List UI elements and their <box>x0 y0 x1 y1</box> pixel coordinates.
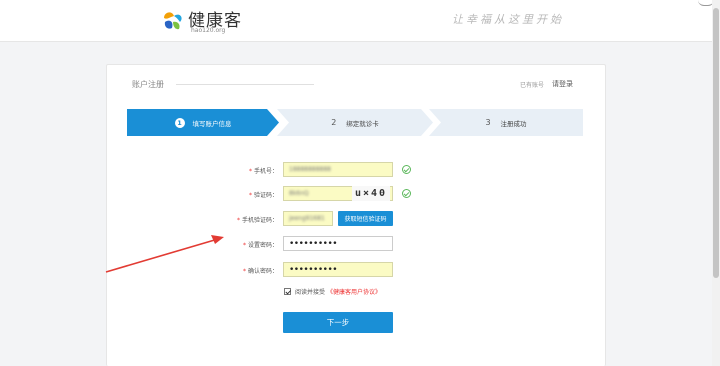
captcha-label: * 验证码： <box>248 192 278 199</box>
agree-text: 阅读并接受 <box>295 289 326 296</box>
captcha-image[interactable]: u×40 <box>352 186 390 201</box>
check-circle-icon <box>402 165 411 174</box>
agreement-row: 阅读并接受 《健康客用户协议》 <box>284 287 381 296</box>
logo-domain: hao120.org <box>191 27 226 34</box>
leaf-logo-icon <box>164 12 182 30</box>
user-agreement-link[interactable]: 《健康客用户协议》 <box>327 287 381 296</box>
captcha-value: 8k6nQ <box>289 190 309 197</box>
header-slogan: 让幸福从这里开始 <box>452 13 564 26</box>
site-logo[interactable]: 健康客 hao120.org <box>160 6 270 36</box>
get-sms-code-button[interactable]: 获取短信验证码 <box>338 211 393 226</box>
site-header: 健康客 hao120.org 让幸福从这里开始 <box>0 0 712 42</box>
step-label: 注册成功 <box>500 119 527 128</box>
phone-value: 18888888888 <box>289 166 331 173</box>
check-circle-icon <box>402 189 411 198</box>
progress-steps: 1 填写账户信息 2 绑定就诊卡 3 注册成功 <box>127 109 583 136</box>
step-number: 1 <box>174 117 185 128</box>
password-value: •••••••••• <box>289 238 338 249</box>
sms-code-input[interactable]: jeeng91681 <box>283 211 333 226</box>
password-input[interactable]: •••••••••• <box>283 236 393 251</box>
scrollbar-thumb[interactable] <box>713 8 719 278</box>
confirm-password-input[interactable]: •••••••••• <box>283 262 393 277</box>
step-label: 绑定就诊卡 <box>346 119 379 128</box>
phone-input[interactable]: 18888888888 <box>283 162 393 177</box>
title-divider <box>176 84 314 85</box>
confirm-password-value: •••••••••• <box>289 264 338 275</box>
login-hint: 已有账号 <box>520 82 545 89</box>
card-title: 账户注册 <box>132 80 164 89</box>
agree-checkbox[interactable] <box>284 288 291 295</box>
sms-code-label: * 手机验证码： <box>236 217 278 224</box>
next-step-button[interactable]: 下一步 <box>283 312 393 333</box>
step-number: 2 <box>331 118 337 127</box>
step-number: 3 <box>485 118 491 127</box>
sms-code-value: jeeng91681 <box>289 215 325 222</box>
phone-label: * 手机号： <box>248 168 278 175</box>
step-label: 填写账户信息 <box>192 119 232 128</box>
confirm-password-label: * 确认密码： <box>242 268 278 275</box>
page-scrollbar[interactable] <box>712 0 720 366</box>
step-success: 3 注册成功 <box>429 109 583 136</box>
step-bind-card: 2 绑定就诊卡 <box>277 109 433 136</box>
step-fill-account: 1 填写账户信息 <box>127 109 279 136</box>
login-link[interactable]: 请登录 <box>552 79 573 89</box>
password-label: * 设置密码： <box>242 242 278 249</box>
